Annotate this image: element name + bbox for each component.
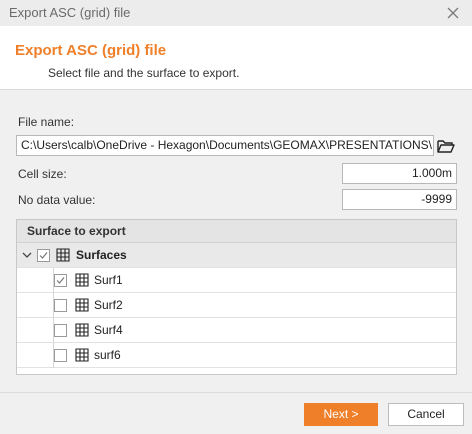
- grid-icon: [75, 348, 89, 362]
- dialog-heading: Export ASC (grid) file: [15, 42, 167, 59]
- tree-row-surfaces[interactable]: Surfaces: [17, 243, 456, 268]
- tree-label-surf1: Surf1: [94, 273, 123, 287]
- tree-label-surf2: Surf2: [94, 298, 123, 312]
- tree-row-surf2[interactable]: Surf2: [17, 293, 456, 318]
- no-data-value-input[interactable]: -9999: [342, 189, 457, 210]
- close-icon[interactable]: [444, 4, 462, 22]
- no-data-value-label: No data value:: [18, 193, 96, 207]
- folder-open-icon[interactable]: [436, 137, 456, 155]
- surface-group-label: Surface to export: [17, 220, 456, 243]
- surf6-checkbox[interactable]: [54, 349, 67, 362]
- chevron-down-icon[interactable]: [21, 249, 33, 261]
- tree-label-surf6: surf6: [94, 348, 121, 362]
- cancel-button[interactable]: Cancel: [388, 403, 464, 426]
- tree-row-surf1[interactable]: Surf1: [17, 268, 456, 293]
- next-button[interactable]: Next >: [304, 403, 378, 426]
- file-name-label: File name:: [18, 115, 75, 129]
- tree-label-surf4: Surf4: [94, 323, 123, 337]
- dialog-subtitle: Select file and the surface to export.: [48, 66, 240, 80]
- dialog-header: Export ASC (grid) file Select file and t…: [0, 26, 472, 90]
- footer-divider: [0, 392, 472, 393]
- cell-size-label: Cell size:: [18, 167, 67, 181]
- surfaces-checkbox[interactable]: [37, 249, 50, 262]
- surface-to-export-group: Surface to export Surfaces Surf1 Surf2 S…: [16, 219, 457, 375]
- grid-icon: [75, 298, 89, 312]
- tree-row-surf4[interactable]: Surf4: [17, 318, 456, 343]
- file-name-input[interactable]: C:\Users\calb\OneDrive - Hexagon\Documen…: [16, 135, 434, 156]
- grid-icon: [75, 323, 89, 337]
- surf2-checkbox[interactable]: [54, 299, 67, 312]
- grid-icon: [75, 273, 89, 287]
- grid-icon: [56, 248, 70, 262]
- tree-label-surfaces: Surfaces: [76, 248, 127, 262]
- surf4-checkbox[interactable]: [54, 324, 67, 337]
- tree-row-surf6[interactable]: surf6: [17, 343, 456, 368]
- cell-size-input[interactable]: 1.000m: [342, 163, 457, 184]
- window-title: Export ASC (grid) file: [9, 5, 131, 20]
- title-bar: Export ASC (grid) file: [0, 0, 472, 26]
- surf1-checkbox[interactable]: [54, 274, 67, 287]
